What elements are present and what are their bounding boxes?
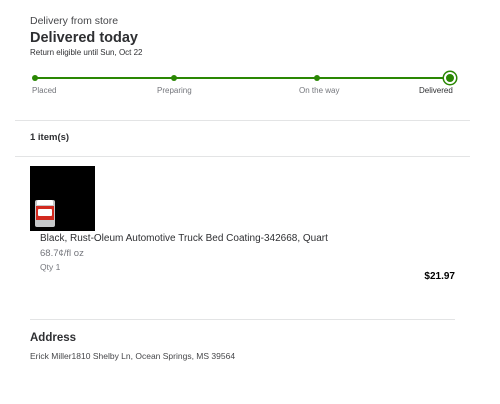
section-divider [30, 319, 455, 320]
section-divider [15, 120, 470, 121]
step-label-delivered: Delivered [419, 86, 453, 95]
section-divider [15, 156, 470, 157]
delivery-address: Erick Miller1810 Shelby Ln, Ocean Spring… [30, 351, 236, 361]
return-eligibility-note: Return eligible until Sun, Oct 22 [30, 48, 143, 57]
step-dot-preparing [171, 75, 177, 81]
item-total-price: $21.97 [424, 271, 455, 282]
delivery-progress-tracker [32, 72, 456, 84]
address-heading: Address [30, 332, 77, 344]
paint-can-icon [35, 200, 55, 227]
step-label-on-the-way: On the way [299, 86, 340, 95]
product-thumbnail[interactable] [30, 166, 95, 231]
step-label-placed: Placed [32, 86, 57, 95]
step-dot-placed [32, 75, 38, 81]
step-dot-on-the-way [314, 75, 320, 81]
order-status-title: Delivered today [30, 30, 138, 46]
unit-price: 68.7¢/fl oz [40, 248, 84, 259]
delivery-type-label: Delivery from store [30, 15, 119, 27]
step-dot-delivered [444, 72, 456, 84]
order-details-card: Delivery from store Delivered today Retu… [0, 0, 500, 404]
progress-line [35, 77, 450, 79]
item-count-heading: 1 item(s) [30, 132, 70, 143]
product-name-link[interactable]: Black, Rust-Oleum Automotive Truck Bed C… [40, 233, 328, 244]
item-quantity: Qty 1 [40, 262, 61, 272]
step-label-preparing: Preparing [157, 86, 192, 95]
